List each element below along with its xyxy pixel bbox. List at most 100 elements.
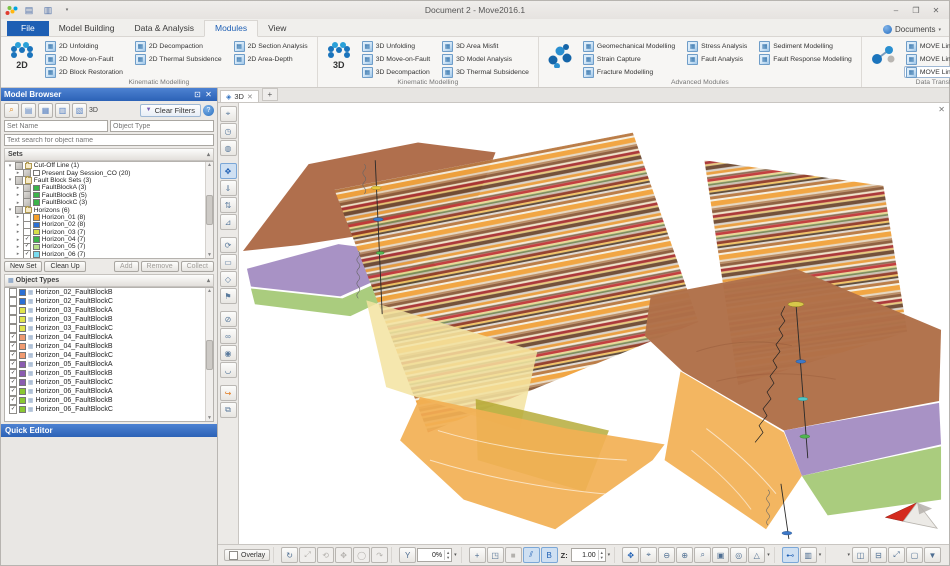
object-types-scrollbar[interactable]: ▲ ▼ <box>205 288 213 421</box>
tree-row-horizons-6[interactable]: ▾Horizons (6) <box>5 206 213 213</box>
ribbon-item-2d-area-depth[interactable]: ▦2D Area-Depth <box>232 53 310 65</box>
swap-order-button[interactable]: ⇅ <box>220 197 237 213</box>
sort-objects-button[interactable]: ⊿ <box>220 214 237 230</box>
view-menu[interactable]: ▾ <box>766 552 771 558</box>
tab-model-building[interactable]: Model Building <box>49 21 125 36</box>
z-scale-spinner[interactable]: 1.00▲▼ <box>571 548 606 562</box>
view-angle-button[interactable]: △ <box>748 547 765 563</box>
shading-button[interactable]: B <box>541 547 558 563</box>
expand-arrow-icon[interactable]: ▸ <box>15 214 21 220</box>
object-checkbox[interactable] <box>9 306 17 314</box>
tree-row-fault-block-sets-3[interactable]: ▾Fault Block Sets (3) <box>5 177 213 184</box>
z-scale-menu[interactable]: ▾ <box>607 552 612 558</box>
ribbon-item-geomechanical-modelling[interactable]: ▦Geomechanical Modelling <box>581 40 677 52</box>
orbit-view-button[interactable]: ◯ <box>353 547 370 563</box>
object-checkbox[interactable]: ✓ <box>9 333 17 341</box>
section-visibility-button[interactable]: ⊷ <box>782 547 799 563</box>
rectangle-select-button[interactable]: ▭ <box>220 254 237 270</box>
perspective-menu[interactable]: ▾ <box>453 552 458 558</box>
view-details-icon[interactable]: ▧ <box>72 103 87 118</box>
object-checkbox[interactable]: ✓ <box>9 369 17 377</box>
zoom-extents-button[interactable]: ▣ <box>712 547 729 563</box>
ribbon-item-2d-move-on-fault[interactable]: ▦2D Move-on-Fault <box>43 53 125 65</box>
help-icon[interactable]: ? <box>203 105 214 116</box>
object-checkbox[interactable] <box>9 324 17 332</box>
link-objects-button[interactable]: ∞ <box>220 328 237 344</box>
scale-bar-button[interactable]: ▥ <box>800 547 817 563</box>
object-checkbox[interactable]: ✓ <box>9 342 17 350</box>
select-cursor-button[interactable]: ⌖ <box>220 106 237 122</box>
object-checkbox[interactable]: ✓ <box>9 360 17 368</box>
object-checkbox[interactable]: ✓ <box>9 387 17 395</box>
expand-arrow-icon[interactable]: ▸ <box>15 251 21 257</box>
save-button[interactable]: ▤ <box>21 3 37 17</box>
ribbon-item-3d-area-misfit[interactable]: ▦3D Area Misfit <box>440 40 531 52</box>
object-types-section-header[interactable]: ▦ Object Types ▴ <box>4 274 214 287</box>
collapse-sets-icon[interactable]: ▴ <box>207 151 210 158</box>
scroll-down-icon[interactable]: ▼ <box>207 252 212 258</box>
single-window-button[interactable]: ▢ <box>906 547 923 563</box>
expand-arrow-icon[interactable]: ▸ <box>15 222 21 228</box>
move-to-set-button[interactable]: ⇓ <box>220 180 237 196</box>
overlay-checkbox[interactable]: Overlay <box>224 549 270 561</box>
spinner-arrows[interactable]: ▲▼ <box>444 550 451 560</box>
object-row-horizon-03-faultblockb[interactable]: ▦Horizon_03_FaultBlockB <box>5 315 213 324</box>
tree-row-faultblockb-5[interactable]: ▸FaultBlockB (5) <box>5 192 213 199</box>
tab-file[interactable]: File <box>7 21 49 36</box>
scroll-up-icon[interactable]: ▲ <box>207 162 212 168</box>
reset-rotation-button[interactable]: ↷ <box>371 547 388 563</box>
time-view-button[interactable]: ◷ <box>220 123 237 139</box>
qat-menu-button[interactable]: ▾ <box>59 3 75 17</box>
perspective-button[interactable]: Y <box>399 547 416 563</box>
object-row-horizon-02-faultblockc[interactable]: ▦Horizon_02_FaultBlockC <box>5 297 213 306</box>
ribbon-item-3d-decompaction[interactable]: ▦3D Decompaction <box>360 66 432 78</box>
sets-section-header[interactable]: Sets ▴ <box>4 148 214 161</box>
sets-scrollbar[interactable]: ▲ ▼ <box>205 162 213 258</box>
object-row-horizon-06-faultblockb[interactable]: ✓▦Horizon_06_FaultBlockB <box>5 396 213 405</box>
tree-row-horizon-05-7[interactable]: ▸✓Horizon_05 (7) <box>5 243 213 250</box>
pan-view-button[interactable]: ✥ <box>622 547 639 563</box>
globe-view-button[interactable]: ◍ <box>220 140 237 156</box>
add-button[interactable]: Add <box>114 261 138 272</box>
object-row-horizon-03-faultblocka[interactable]: ▦Horizon_03_FaultBlockA <box>5 306 213 315</box>
tab-modules[interactable]: Modules <box>204 20 258 37</box>
object-row-horizon-04-faultblockb[interactable]: ✓▦Horizon_04_FaultBlockB <box>5 342 213 351</box>
scroll-thumb[interactable] <box>206 340 213 370</box>
expand-arrow-icon[interactable]: ▾ <box>7 163 13 169</box>
expand-arrow-icon[interactable]: ▸ <box>15 185 21 191</box>
new-window-button[interactable]: ▥ <box>40 3 56 17</box>
object-checkbox[interactable] <box>9 288 17 296</box>
close-panel-icon[interactable]: ✕ <box>203 90 214 99</box>
pointer-mode-button[interactable]: ⌖ <box>640 547 657 563</box>
ribbon-item-3d-thermal-subsidence[interactable]: ▦3D Thermal Subsidence <box>440 66 531 78</box>
background-button[interactable]: ■ <box>505 547 522 563</box>
tab-view[interactable]: View <box>258 21 296 36</box>
tree-row-horizon-06-7[interactable]: ▸✓Horizon_06 (7) <box>5 251 213 258</box>
expand-arrow-icon[interactable]: ▸ <box>15 200 21 206</box>
zoom-in-button[interactable]: ⊕ <box>676 547 693 563</box>
tree-row-horizon-03-7[interactable]: ▸Horizon_03 (7) <box>5 229 213 236</box>
ribbon-item-fault-analysis[interactable]: ▦Fault Analysis <box>685 53 749 65</box>
curve-tool-button[interactable]: ◡ <box>220 362 237 378</box>
expand-arrow-icon[interactable]: ▸ <box>15 244 21 250</box>
split-vertical-button[interactable]: ⊟ <box>870 547 887 563</box>
tree-row-horizon-02-8[interactable]: ▸Horizon_02 (8) <box>5 221 213 228</box>
move-objects-button[interactable]: ✥ <box>220 163 237 179</box>
ribbon-item-2d-decompaction[interactable]: ▦2D Decompaction <box>133 40 224 52</box>
object-row-horizon-06-faultblockc[interactable]: ✓▦Horizon_06_FaultBlockC <box>5 405 213 414</box>
ribbon-item-move-link-for-petrel[interactable]: ▦MOVE Link for Petrel <box>904 53 950 65</box>
expand-arrow-icon[interactable]: ▾ <box>7 207 13 213</box>
ribbon-item-2d-section-analysis[interactable]: ▦2D Section Analysis <box>232 40 310 52</box>
zoom-out-button[interactable]: ⊖ <box>658 547 675 563</box>
ribbon-item-strain-capture[interactable]: ▦Strain Capture <box>581 53 677 65</box>
expand-arrow-icon[interactable]: ▸ <box>15 192 21 198</box>
close-viewport-icon[interactable]: ✕ <box>938 105 945 114</box>
tab-3d-view[interactable]: ◈ 3D ✕ <box>220 90 259 102</box>
tree-row-cut-off-line-1[interactable]: ▾Cut-Off Line (1) <box>5 162 213 169</box>
restore-button[interactable]: ❐ <box>907 4 925 17</box>
tree-row-horizon-04-7[interactable]: ▸✓Horizon_04 (7) <box>5 236 213 243</box>
view-cards-icon[interactable]: ▦ <box>38 103 53 118</box>
object-row-horizon-05-faultblocka[interactable]: ✓▦Horizon_05_FaultBlockA <box>5 360 213 369</box>
view-columns-icon[interactable]: ▥ <box>55 103 70 118</box>
object-row-horizon-05-faultblockb[interactable]: ✓▦Horizon_05_FaultBlockB <box>5 369 213 378</box>
